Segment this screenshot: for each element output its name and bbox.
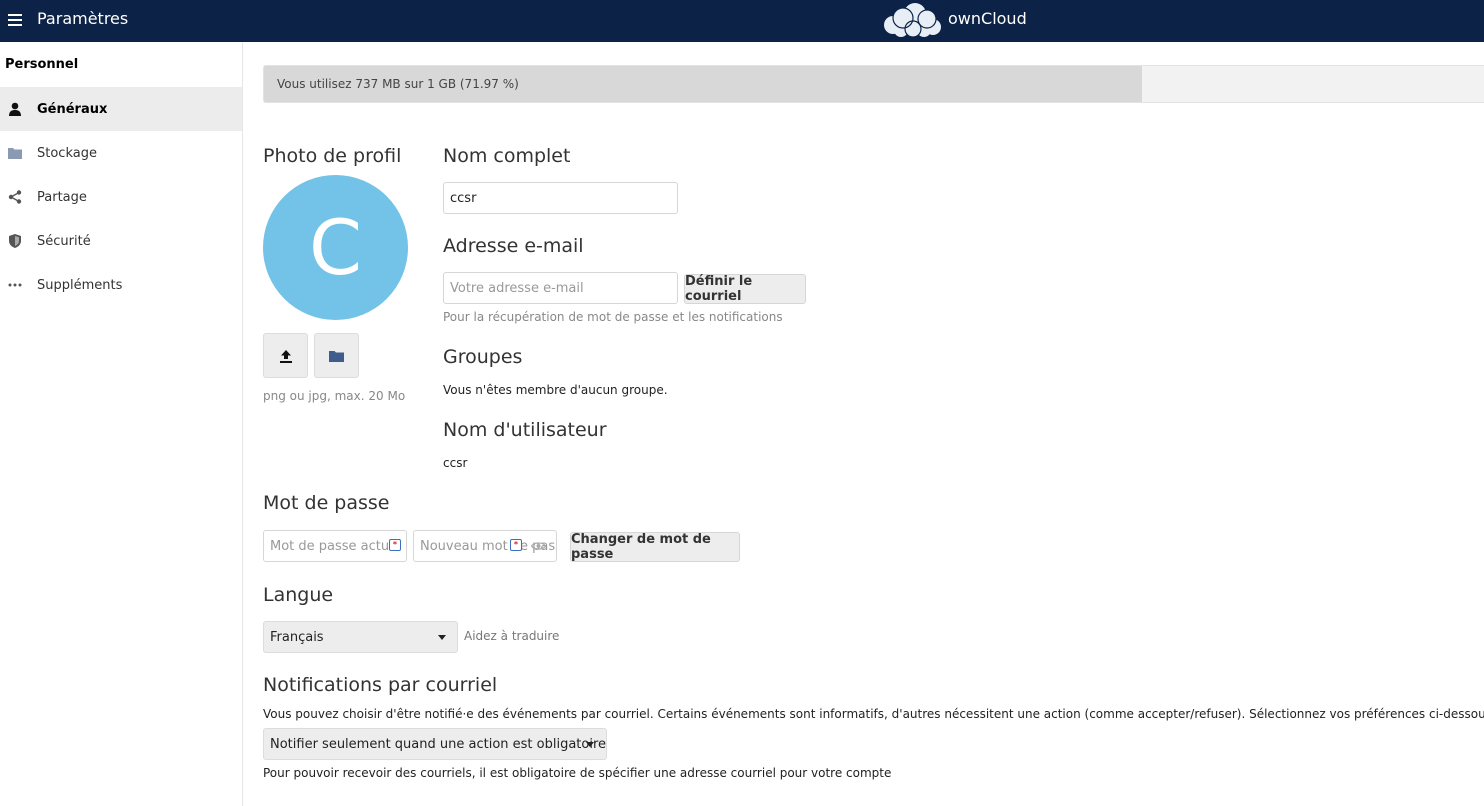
- top-header: Paramètres ownCloud: [0, 0, 1484, 42]
- email-title: Adresse e-mail: [443, 235, 584, 257]
- app-title[interactable]: Paramètres: [37, 9, 128, 28]
- sidebar-item-generaux[interactable]: Généraux: [0, 87, 242, 131]
- sidebar-item-label: Généraux: [37, 101, 108, 117]
- notifications-title: Notifications par courriel: [263, 674, 498, 696]
- storage-quota-bar: Vous utilisez 737 MB sur 1 GB (71.97 %): [263, 65, 1484, 103]
- hamburger-menu-icon[interactable]: [8, 14, 22, 26]
- username-value: ccsr: [443, 456, 468, 470]
- sidebar-item-supplements[interactable]: Suppléments: [0, 263, 242, 307]
- password-manager-icon[interactable]: *: [510, 539, 522, 551]
- notifications-footer: Pour pouvoir recevoir des courriels, il …: [263, 766, 892, 780]
- email-hint: Pour la récupération de mot de passe et …: [443, 310, 783, 324]
- sidebar-item-label: Partage: [37, 189, 87, 205]
- sidebar-item-label: Sécurité: [37, 233, 91, 249]
- fullname-input[interactable]: ccsr: [443, 182, 678, 214]
- language-selected-value: Français: [270, 629, 324, 645]
- photo-format-hint: png ou jpg, max. 20 Mo: [263, 389, 406, 403]
- upload-icon: [279, 349, 292, 363]
- groups-text: Vous n'êtes membre d'aucun groupe.: [443, 383, 668, 397]
- chevron-down-icon: [586, 742, 594, 747]
- sidebar-item-stockage[interactable]: Stockage: [0, 131, 242, 175]
- sidebar-item-securite[interactable]: Sécurité: [0, 219, 242, 263]
- sidebar-item-label: Stockage: [37, 145, 97, 161]
- help-translate-link[interactable]: Aidez à traduire: [464, 629, 559, 643]
- select-photo-from-files-button[interactable]: [314, 333, 359, 378]
- fullname-title: Nom complet: [443, 145, 571, 167]
- folder-icon: [8, 146, 22, 160]
- set-email-button[interactable]: Définir le courriel: [684, 274, 806, 304]
- sidebar-section-title: Personnel: [5, 57, 79, 72]
- quota-text: Vous utilisez 737 MB sur 1 GB (71.97 %): [277, 77, 519, 91]
- more-icon: [8, 278, 22, 292]
- sidebar-item-label: Suppléments: [37, 277, 123, 293]
- notifications-description: Vous pouvez choisir d'être notifié·e des…: [263, 707, 1484, 721]
- brand-name: ownCloud: [948, 9, 1027, 28]
- language-title: Langue: [263, 584, 334, 606]
- username-title: Nom d'utilisateur: [443, 419, 607, 441]
- profile-photo-title: Photo de profil: [263, 145, 402, 167]
- password-manager-icon[interactable]: *: [389, 539, 401, 551]
- user-icon: [8, 102, 22, 116]
- show-password-eye-icon[interactable]: [531, 541, 546, 551]
- password-title: Mot de passe: [263, 492, 390, 514]
- owncloud-logo-icon[interactable]: [881, 3, 943, 37]
- language-select[interactable]: Français: [263, 621, 458, 653]
- groups-title: Groupes: [443, 346, 523, 368]
- chevron-down-icon: [438, 635, 446, 640]
- notification-preference-select[interactable]: Notifier seulement quand une action est …: [263, 728, 607, 760]
- shield-icon: [8, 234, 22, 248]
- folder-icon: [329, 350, 344, 362]
- notification-selected-value: Notifier seulement quand une action est …: [270, 736, 607, 752]
- current-password-input[interactable]: Mot de passe actuel: [263, 530, 407, 562]
- change-password-button[interactable]: Changer de mot de passe: [570, 532, 740, 562]
- sidebar-item-partage[interactable]: Partage: [0, 175, 242, 219]
- share-icon: [8, 190, 22, 204]
- avatar: C: [263, 175, 408, 320]
- upload-photo-button[interactable]: [263, 333, 308, 378]
- email-input[interactable]: Votre adresse e-mail: [443, 272, 678, 304]
- sidebar: Personnel Généraux Stockage Partage Sécu…: [0, 42, 243, 806]
